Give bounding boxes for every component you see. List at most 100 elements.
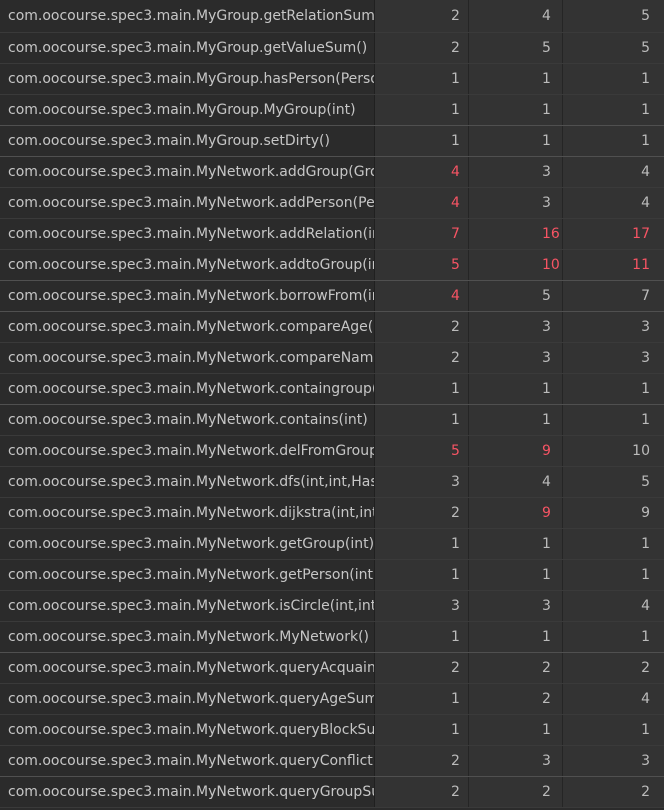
- table-row[interactable]: com.oocourse.spec3.main.MyNetwork.compar…: [0, 343, 664, 374]
- metric-3-cell: 1: [563, 64, 664, 94]
- metric-2-cell: 5: [469, 281, 563, 311]
- metric-2-cell: 1: [469, 560, 563, 590]
- metric-1-cell: 2: [375, 33, 469, 63]
- table-row[interactable]: com.oocourse.spec3.main.MyNetwork.queryC…: [0, 746, 664, 777]
- method-name-cell: com.oocourse.spec3.main.MyNetwork.queryC…: [0, 746, 375, 776]
- metric-1-cell: 4: [375, 281, 469, 311]
- metric-1-cell: 1: [375, 64, 469, 94]
- method-name-cell: com.oocourse.spec3.main.MyNetwork.queryG…: [0, 777, 375, 807]
- method-name-cell: com.oocourse.spec3.main.MyNetwork.dfs(in…: [0, 467, 375, 497]
- method-name-cell: com.oocourse.spec3.main.MyNetwork.delFro…: [0, 436, 375, 466]
- metric-2-cell: 1: [469, 715, 563, 745]
- table-row[interactable]: com.oocourse.spec3.main.MyNetwork.contai…: [0, 405, 664, 436]
- metric-2-cell: 1: [469, 405, 563, 435]
- metric-3-cell: 1: [563, 715, 664, 745]
- method-name-cell: com.oocourse.spec3.main.MyNetwork.contai…: [0, 374, 375, 404]
- metric-3-cell: 4: [563, 684, 664, 714]
- table-row[interactable]: com.oocourse.spec3.main.MyNetwork.getPer…: [0, 560, 664, 591]
- metric-2-cell: 3: [469, 343, 563, 373]
- metric-1-cell: 1: [375, 374, 469, 404]
- metric-2-cell: 4: [469, 467, 563, 497]
- metric-3-cell: 3: [563, 343, 664, 373]
- method-name-cell: com.oocourse.spec3.main.MyNetwork.queryB…: [0, 715, 375, 745]
- metric-2-cell: 2: [469, 777, 563, 807]
- metric-1-cell: 4: [375, 188, 469, 218]
- table-row[interactable]: com.oocourse.spec3.main.MyNetwork.isCirc…: [0, 591, 664, 622]
- metric-2-cell: 1: [469, 622, 563, 652]
- metric-3-cell: 5: [563, 0, 664, 32]
- method-name-cell: com.oocourse.spec3.main.MyNetwork.borrow…: [0, 281, 375, 311]
- metric-1-cell: 2: [375, 498, 469, 528]
- metric-3-cell: 4: [563, 188, 664, 218]
- method-name-cell: com.oocourse.spec3.main.MyNetwork.contai…: [0, 405, 375, 435]
- metric-3-cell: 3: [563, 746, 664, 776]
- metric-1-cell: 1: [375, 622, 469, 652]
- metric-1-cell: 3: [375, 467, 469, 497]
- metric-3-cell: 7: [563, 281, 664, 311]
- metric-2-cell: 1: [469, 95, 563, 125]
- table-row[interactable]: com.oocourse.spec3.main.MyGroup.getValue…: [0, 33, 664, 64]
- metric-1-cell: 1: [375, 95, 469, 125]
- table-row[interactable]: com.oocourse.spec3.main.MyNetwork.addPer…: [0, 188, 664, 219]
- table-row[interactable]: com.oocourse.spec3.main.MyNetwork.addtoG…: [0, 250, 664, 281]
- method-name-cell: com.oocourse.spec3.main.MyNetwork.addPer…: [0, 188, 375, 218]
- table-row[interactable]: com.oocourse.spec3.main.MyNetwork.dfs(in…: [0, 467, 664, 498]
- method-name-cell: com.oocourse.spec3.main.MyGroup.getRelat…: [0, 0, 375, 32]
- metric-3-cell: 9: [563, 498, 664, 528]
- table-row[interactable]: com.oocourse.spec3.main.MyNetwork.delFro…: [0, 436, 664, 467]
- metric-2-cell: 1: [469, 64, 563, 94]
- metric-2-cell: 2: [469, 653, 563, 683]
- table-row[interactable]: com.oocourse.spec3.main.MyNetwork.dijkst…: [0, 498, 664, 529]
- table-row[interactable]: com.oocourse.spec3.main.MyNetwork.borrow…: [0, 281, 664, 312]
- metric-1-cell: 1: [375, 560, 469, 590]
- metric-1-cell: 2: [375, 312, 469, 342]
- method-name-cell: com.oocourse.spec3.main.MyNetwork.isCirc…: [0, 591, 375, 621]
- metric-3-cell: 1: [563, 374, 664, 404]
- metric-2-cell: 3: [469, 746, 563, 776]
- metric-3-cell: 3: [563, 312, 664, 342]
- metric-1-cell: 2: [375, 0, 469, 32]
- metric-2-cell: 9: [469, 436, 563, 466]
- table-row[interactable]: com.oocourse.spec3.main.MyNetwork.compar…: [0, 312, 664, 343]
- method-name-cell: com.oocourse.spec3.main.MyNetwork.addtoG…: [0, 250, 375, 280]
- method-name-cell: com.oocourse.spec3.main.MyNetwork.compar…: [0, 343, 375, 373]
- method-name-cell: com.oocourse.spec3.main.MyGroup.getValue…: [0, 33, 375, 63]
- metric-3-cell: 2: [563, 653, 664, 683]
- table-row[interactable]: com.oocourse.spec3.main.MyNetwork.MyNetw…: [0, 622, 664, 653]
- metric-2-cell: 10: [469, 250, 563, 280]
- metric-1-cell: 1: [375, 126, 469, 156]
- metric-3-cell: 1: [563, 560, 664, 590]
- table-row[interactable]: com.oocourse.spec3.main.MyNetwork.getGro…: [0, 529, 664, 560]
- table-row[interactable]: com.oocourse.spec3.main.MyNetwork.queryA…: [0, 684, 664, 715]
- metric-1-cell: 1: [375, 715, 469, 745]
- table-row[interactable]: com.oocourse.spec3.main.MyNetwork.addRel…: [0, 219, 664, 250]
- metric-1-cell: 5: [375, 250, 469, 280]
- table-row[interactable]: com.oocourse.spec3.main.MyGroup.getRelat…: [0, 0, 664, 33]
- method-name-cell: com.oocourse.spec3.main.MyNetwork.getGro…: [0, 529, 375, 559]
- metrics-table: com.oocourse.spec3.main.MyGroup.getRelat…: [0, 0, 664, 810]
- table-row[interactable]: com.oocourse.spec3.main.MyGroup.hasPerso…: [0, 64, 664, 95]
- metric-1-cell: 3: [375, 591, 469, 621]
- metric-2-cell: 1: [469, 529, 563, 559]
- metric-3-cell: 1: [563, 405, 664, 435]
- method-name-cell: com.oocourse.spec3.main.MyNetwork.MyNetw…: [0, 622, 375, 652]
- metric-1-cell: 1: [375, 405, 469, 435]
- table-row[interactable]: com.oocourse.spec3.main.MyNetwork.queryG…: [0, 777, 664, 808]
- method-name-cell: com.oocourse.spec3.main.MyNetwork.compar…: [0, 312, 375, 342]
- method-name-cell: com.oocourse.spec3.main.MyGroup.setDirty…: [0, 126, 375, 156]
- table-row[interactable]: com.oocourse.spec3.main.MyGroup.setDirty…: [0, 126, 664, 157]
- metric-1-cell: 2: [375, 653, 469, 683]
- method-name-cell: com.oocourse.spec3.main.MyNetwork.queryA…: [0, 684, 375, 714]
- table-row[interactable]: com.oocourse.spec3.main.MyGroup.MyGroup(…: [0, 95, 664, 126]
- metric-1-cell: 2: [375, 777, 469, 807]
- metric-3-cell: 10: [563, 436, 664, 466]
- table-row[interactable]: com.oocourse.spec3.main.MyNetwork.queryA…: [0, 653, 664, 684]
- metric-2-cell: 1: [469, 374, 563, 404]
- metric-3-cell: 1: [563, 126, 664, 156]
- table-row[interactable]: com.oocourse.spec3.main.MyNetwork.queryB…: [0, 715, 664, 746]
- metric-2-cell: 3: [469, 188, 563, 218]
- metric-2-cell: 9: [469, 498, 563, 528]
- table-row[interactable]: com.oocourse.spec3.main.MyNetwork.contai…: [0, 374, 664, 405]
- metric-2-cell: 2: [469, 684, 563, 714]
- table-row[interactable]: com.oocourse.spec3.main.MyNetwork.addGro…: [0, 157, 664, 188]
